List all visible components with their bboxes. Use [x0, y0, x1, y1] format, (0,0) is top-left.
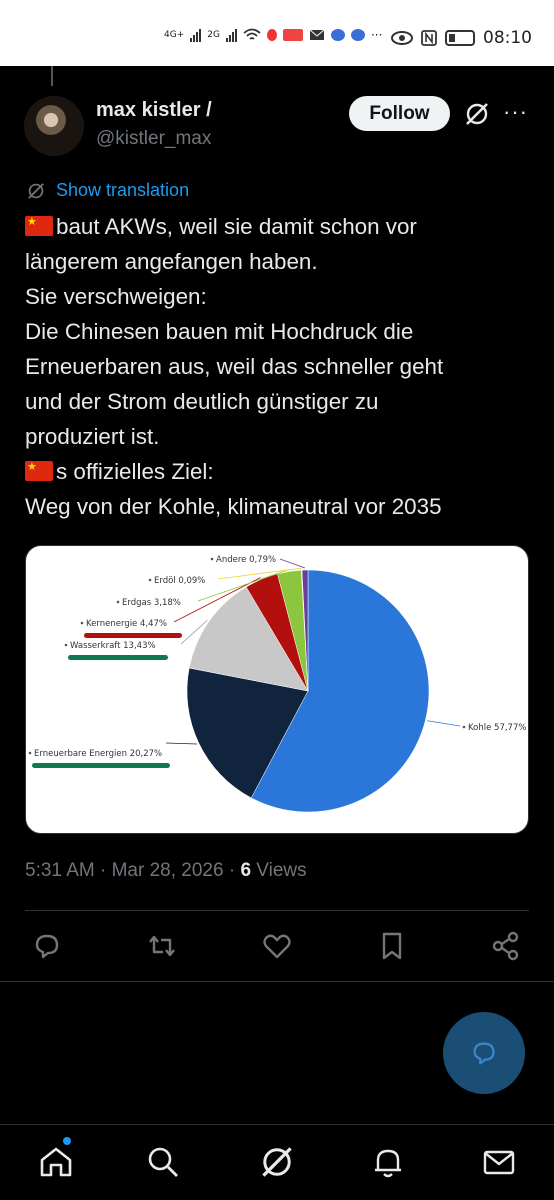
status-left: 4G+ 2G ··· [164, 28, 382, 42]
leader-line [165, 742, 198, 745]
tweet-text: baut AKWs, weil sie damit schon vor läng… [25, 209, 535, 524]
home-icon[interactable] [37, 1143, 75, 1181]
search-icon[interactable] [144, 1143, 182, 1181]
author-name[interactable]: max kistler / [96, 99, 212, 122]
tweet-actions [0, 918, 554, 978]
app-notification-icon [282, 29, 303, 41]
leader-line [279, 558, 306, 569]
pie-chart: Kohle 57,77% Erneuerbare Energien 20,27% W… [28, 555, 526, 813]
network-2g-label: 2G [207, 30, 220, 40]
label-bullet [64, 643, 68, 647]
grok-icon [28, 182, 44, 199]
show-translation-label[interactable]: Show translation [56, 180, 189, 201]
notification-dot [63, 1137, 71, 1145]
eye-icon [391, 31, 413, 45]
slice-label: Andere 0,79% [216, 555, 276, 565]
nfc-icon [421, 30, 437, 46]
tweet-line: Erneuerbaren aus, weil das schneller geh… [25, 354, 444, 379]
network-4g-label: 4G+ [164, 30, 185, 40]
follow-button[interactable]: Follow [349, 96, 450, 131]
label-underline [32, 763, 170, 768]
views-label: Views [251, 860, 307, 881]
signal-icon [225, 28, 237, 42]
label-bullet [462, 725, 466, 729]
timestamp: 5:31 AM · Mar 28, 2026 · [25, 860, 241, 881]
views-count: 6 [240, 860, 252, 881]
label-bullet [116, 600, 120, 604]
label-underline [68, 655, 168, 660]
china-flag-icon [25, 215, 53, 236]
tweet-line-text: baut AKWs, weil sie damit schon vor [56, 214, 417, 239]
tweet-image[interactable]: Kohle 57,77% Erneuerbare Energien 20,27% W… [25, 545, 529, 834]
app-notification-icon [266, 29, 277, 41]
app-notification-icon [330, 29, 345, 41]
avatar[interactable] [24, 96, 84, 156]
share-icon[interactable] [490, 930, 522, 962]
label-underline [84, 633, 182, 638]
clock: 08:10 [483, 28, 532, 48]
mail-icon [309, 29, 325, 40]
author-handle[interactable]: @kistler_max [96, 128, 211, 150]
tweet-line: und der Strom deutlich günstiger zu [25, 389, 379, 414]
battery-icon [445, 30, 475, 46]
tweet-line: Weg von der Kohle, klimaneutral vor 2035 [25, 494, 442, 519]
label-bullet [210, 557, 214, 561]
divider [25, 910, 529, 911]
more-notifications-icon: ··· [370, 28, 383, 42]
slice-label: Wasserkraft 13,43% [70, 641, 156, 651]
show-translation-link[interactable]: Show translation [26, 180, 189, 201]
tweet-line: Die Chinesen bauen mit Hochdruck die [25, 319, 414, 344]
notifications-icon[interactable] [369, 1143, 407, 1181]
tweet-meta: 5:31 AM · Mar 28, 2026 · 6 Views [25, 860, 307, 882]
bottom-nav [0, 1124, 554, 1200]
bookmark-icon[interactable] [376, 930, 408, 962]
tweet-line: längerem angefangen haben. [25, 249, 318, 274]
more-options-icon[interactable]: ··· [503, 99, 528, 125]
like-icon[interactable] [261, 930, 293, 962]
grok-icon[interactable] [258, 1143, 296, 1181]
thread-line [51, 66, 53, 86]
slice-label: Kohle 57,77% [468, 723, 526, 733]
reply-icon [473, 1042, 495, 1065]
grok-icon[interactable] [463, 100, 491, 128]
slice-label: Erdöl 0,09% [154, 576, 205, 586]
label-bullet [28, 751, 32, 755]
tweet-line: Sie verschweigen: [25, 284, 207, 309]
reply-fab-button[interactable] [443, 1012, 525, 1094]
china-flag-icon [25, 460, 53, 481]
slice-label: Erneuerbare Energien 20,27% [34, 749, 162, 759]
leader-line [427, 720, 461, 727]
tweet-line-text: s offizielles Ziel: [56, 459, 214, 484]
slice-label: Kernenergie 4,47% [86, 619, 167, 629]
tweet-line: s offizielles Ziel: [25, 454, 535, 489]
app-notification-icon [350, 29, 365, 41]
wifi-icon [243, 28, 261, 40]
reply-icon[interactable] [31, 930, 63, 962]
status-bar: 4G+ 2G ··· 08:10 [0, 0, 554, 66]
tweet-line: produziert ist. [25, 424, 160, 449]
slice-label: Erdgas 3,18% [122, 598, 181, 608]
status-right: 08:10 [391, 28, 532, 48]
repost-icon[interactable] [146, 930, 178, 962]
signal-icon [190, 28, 202, 42]
label-bullet [148, 578, 152, 582]
messages-icon[interactable] [480, 1143, 518, 1181]
divider [0, 981, 554, 982]
tweet-line: baut AKWs, weil sie damit schon vor [25, 209, 535, 244]
label-bullet [80, 621, 84, 625]
